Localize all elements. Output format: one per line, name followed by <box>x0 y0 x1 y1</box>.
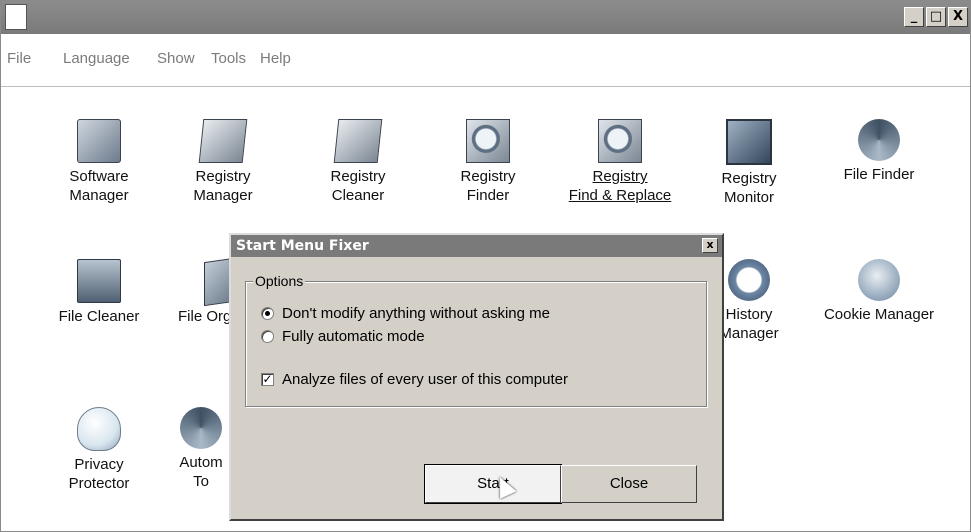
title-bar[interactable]: _ □ X <box>1 1 970 34</box>
option-analyze-all-users[interactable]: ✓ Analyze files of every user of this co… <box>261 371 568 388</box>
close-dialog-button[interactable]: Close <box>561 465 697 503</box>
dialog-title-bar[interactable]: Start Menu Fixer x <box>231 235 722 257</box>
tool-registry-manager[interactable]: Registry Manager <box>158 119 288 205</box>
registry-find-replace-icon <box>598 119 642 163</box>
main-window: _ □ X File Language Show Tools Help Soft… <box>0 0 971 532</box>
menu-file[interactable]: File <box>7 50 31 67</box>
tool-label: Software <box>69 168 129 185</box>
tool-registry-cleaner[interactable]: Registry Cleaner <box>293 119 423 205</box>
tool-registry-monitor[interactable]: Registry Monitor <box>684 119 814 207</box>
start-menu-fixer-dialog: Start Menu Fixer x Options Don't modify … <box>229 233 724 521</box>
radio-unselected[interactable] <box>261 330 274 343</box>
tool-label: Privacy <box>74 456 124 473</box>
tool-file-cleaner[interactable]: File Cleaner <box>34 259 164 326</box>
tool-cookie-manager[interactable]: Cookie Manager <box>814 259 944 324</box>
minimize-button[interactable]: _ <box>904 7 924 27</box>
dialog-close-icon[interactable]: x <box>702 238 718 253</box>
option-label: Fully automatic mode <box>282 328 425 345</box>
registry-finder-icon <box>466 119 510 163</box>
tool-privacy-protector[interactable]: Privacy Protector <box>34 407 164 493</box>
tool-software-manager[interactable]: Software Manager <box>34 119 164 205</box>
menu-bar: File Language Show Tools Help <box>1 34 970 87</box>
tool-label: Registry <box>330 168 386 185</box>
checkbox-label: Analyze files of every user of this comp… <box>282 371 568 388</box>
menu-help[interactable]: Help <box>260 50 291 67</box>
tool-label: File Finder <box>843 166 915 183</box>
tool-registry-finder[interactable]: Registry Finder <box>423 119 553 205</box>
option-ask-before-modify[interactable]: Don't modify anything without asking me <box>261 305 550 322</box>
tool-label: To <box>193 473 209 490</box>
file-cleaner-icon <box>77 259 121 303</box>
dialog-title: Start Menu Fixer <box>236 238 369 254</box>
maximize-button[interactable]: □ <box>926 7 946 27</box>
option-label: Don't modify anything without asking me <box>282 305 551 322</box>
tool-label: Autom <box>179 454 223 471</box>
registry-cleaner-icon <box>333 119 383 163</box>
tool-label: Finder <box>466 187 510 204</box>
options-label: Options <box>253 273 306 289</box>
tool-file-finder[interactable]: File Finder <box>814 119 944 184</box>
option-fully-automatic[interactable]: Fully automatic mode <box>261 328 425 345</box>
tool-label: Registry <box>721 170 777 187</box>
privacy-protector-icon <box>77 407 121 451</box>
checkbox-checked[interactable]: ✓ <box>261 373 274 386</box>
radio-selected[interactable] <box>261 307 274 320</box>
tool-label: Cookie Manager <box>823 306 935 323</box>
registry-manager-icon <box>198 119 248 163</box>
tool-label: File Cleaner <box>58 308 140 325</box>
menu-tools[interactable]: Tools <box>211 50 246 67</box>
menu-language[interactable]: Language <box>63 50 130 67</box>
automation-tool-icon <box>180 407 222 449</box>
tool-label: Manager <box>69 187 129 204</box>
tool-label: Cleaner <box>331 187 385 204</box>
registry-monitor-icon <box>726 119 772 165</box>
tool-registry-find-replace[interactable]: Registry Find & Replace <box>555 119 685 205</box>
cookie-manager-icon <box>858 259 900 301</box>
tool-label: Registry <box>195 168 251 185</box>
tool-automation[interactable]: Autom To <box>171 407 231 491</box>
tool-label: Registry <box>592 168 648 185</box>
tool-label: Protector <box>68 475 130 492</box>
history-manager-icon <box>728 259 770 301</box>
close-button[interactable]: X <box>948 7 968 27</box>
tool-label: Registry <box>460 168 516 185</box>
software-manager-icon <box>77 119 121 163</box>
app-icon <box>5 4 27 30</box>
tool-label: Monitor <box>723 189 775 206</box>
menu-show[interactable]: Show <box>157 50 195 67</box>
tool-label: Manager <box>193 187 253 204</box>
file-finder-icon <box>858 119 900 161</box>
tool-label: Find & Replace <box>568 187 672 204</box>
